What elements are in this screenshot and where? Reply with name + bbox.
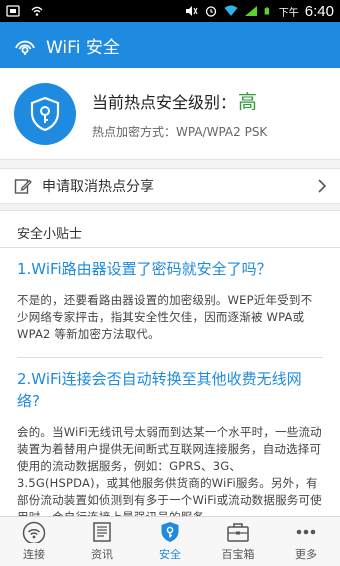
tips-divider xyxy=(0,247,340,248)
mute-icon xyxy=(185,6,198,16)
more-icon xyxy=(294,521,318,543)
security-level: 当前热点安全级别： 高 xyxy=(92,87,267,114)
nav-news-label: 资讯 xyxy=(91,548,113,561)
security-level-label: 当前热点安全级别： xyxy=(92,93,237,112)
security-summary: 当前热点安全级别： 高 热点加密方式：WPA/WPA2 PSK xyxy=(0,68,340,160)
tips-title: 安全小贴士 xyxy=(17,227,83,242)
nav-connect-label: 连接 xyxy=(23,548,45,561)
security-tips-panel[interactable]: 安全小贴士 1.WiFi路由器设置了密码就安全了吗？ 不是的，还要看路由器设置的… xyxy=(0,210,340,516)
cell-signal-icon xyxy=(244,6,257,16)
toolbox-icon xyxy=(226,521,250,543)
nav-more[interactable]: 更多 xyxy=(272,517,340,566)
tip-divider xyxy=(17,357,323,358)
nav-security[interactable]: 安全 xyxy=(136,517,204,566)
wifi-icon xyxy=(22,521,46,543)
wifi-logo-icon xyxy=(15,40,35,55)
nav-toolbox[interactable]: 百宝箱 xyxy=(204,517,272,566)
nav-connect[interactable]: 连接 xyxy=(0,517,68,566)
tip-question: 2.WiFi连接会否自动转换至其他收费无线网络? xyxy=(17,370,302,410)
notification-icon xyxy=(6,5,20,17)
security-level-value: 高 xyxy=(238,91,258,113)
status-ampm: 下午 xyxy=(278,7,299,19)
cancel-hotspot-share-row[interactable]: 申请取消热点分享 xyxy=(0,168,340,204)
wifi-notify-icon xyxy=(31,6,43,16)
nav-security-label: 安全 xyxy=(159,548,181,561)
encryption-method: 热点加密方式：WPA/WPA2 PSK xyxy=(92,125,268,139)
alarm-icon xyxy=(205,6,216,17)
wifi-signal-icon xyxy=(224,5,238,16)
edit-icon xyxy=(14,179,32,194)
shield-key-icon xyxy=(30,96,60,131)
tip-answer: 会的。当WiFi无线讯号太弱而到达某一个水平时，一些流动装置为着替用户提供无间断… xyxy=(17,425,322,516)
shield-icon xyxy=(160,521,180,543)
nav-more-label: 更多 xyxy=(295,548,317,561)
news-icon xyxy=(91,521,113,543)
tip-answer: 不是的，还要看路由器设置的加密级别。WEP近年受到不少网络专家抨击，指其安全性欠… xyxy=(17,293,313,341)
status-time: 6:40 xyxy=(304,2,334,20)
chevron-right-icon xyxy=(318,179,326,193)
cancel-hotspot-share-label: 申请取消热点分享 xyxy=(42,179,154,195)
app-title: WiFi 安全 xyxy=(46,37,120,58)
status-bar: 下午 6:40 xyxy=(0,0,340,22)
tip-question: 1.WiFi路由器设置了密码就安全了吗？ xyxy=(17,260,272,278)
app-bar: WiFi 安全 xyxy=(0,22,340,68)
shield-badge xyxy=(14,82,76,145)
nav-news[interactable]: 资讯 xyxy=(68,517,136,566)
battery-icon xyxy=(264,7,269,15)
nav-toolbox-label: 百宝箱 xyxy=(221,548,255,561)
bottom-nav: 连接 资讯 安全 百宝箱 更多 xyxy=(0,516,340,566)
